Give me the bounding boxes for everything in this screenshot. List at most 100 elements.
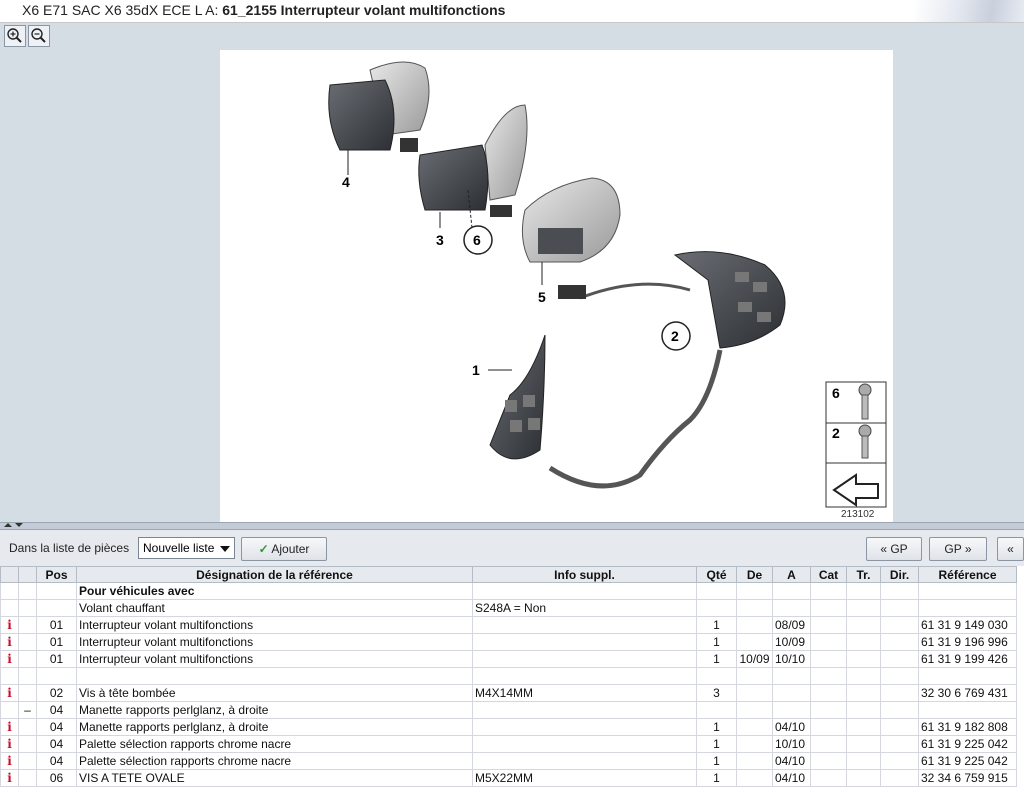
col-header-a[interactable]: A [772, 566, 811, 583]
col-header-reference[interactable]: Référence [918, 566, 1017, 583]
cell-tr [846, 735, 881, 753]
table-row[interactable]: i 01 Interrupteur volant multifonctions … [0, 616, 1017, 634]
col-header-de[interactable]: De [736, 566, 773, 583]
cell-pos [36, 667, 77, 685]
cell-dir [880, 769, 919, 787]
info-icon[interactable]: i [0, 616, 19, 634]
table-row[interactable]: i 04 Palette sélection rapports chrome n… [0, 735, 1017, 753]
cell-reference: 32 34 6 759 915 [918, 769, 1017, 787]
cell-a: 04/10 [772, 769, 811, 787]
callout-1: 1 [472, 362, 480, 378]
cell-cat [810, 616, 847, 634]
gp-previous-label: GP [890, 542, 908, 556]
col-header-designation[interactable]: Désignation de la référence [76, 566, 473, 583]
cell-designation: Manette rapports perlglanz, à droite [76, 701, 473, 719]
table-row[interactable]: i 04 Manette rapports perlglanz, à droit… [0, 718, 1017, 736]
cell-de [736, 667, 773, 685]
row-mark [18, 650, 37, 668]
cell-pos: 01 [36, 616, 77, 634]
cell-qte: 1 [696, 718, 737, 736]
cell-reference [918, 599, 1017, 617]
table-row[interactable]: i 01 Interrupteur volant multifonctions … [0, 650, 1017, 668]
col-header-tr[interactable]: Tr. [846, 566, 881, 583]
info-icon[interactable]: i [0, 633, 19, 651]
cell-info-suppl [472, 582, 697, 600]
parts-table: Pos Désignation de la référence Info sup… [0, 566, 1017, 787]
cell-dir [880, 684, 919, 702]
parts-illustration: 4 3 6 5 2 1 6 2 213102 [328, 61, 887, 520]
info-icon[interactable]: i [0, 684, 19, 702]
cell-reference: 61 31 9 225 042 [918, 752, 1017, 770]
cell-reference: 61 31 9 149 030 [918, 616, 1017, 634]
row-mark [18, 633, 37, 651]
cell-de [736, 582, 773, 600]
cell-info-suppl [472, 752, 697, 770]
info-icon[interactable]: i [0, 650, 19, 668]
table-row[interactable]: i 01 Interrupteur volant multifonctions … [0, 633, 1017, 651]
col-header-info-suppl[interactable]: Info suppl. [472, 566, 697, 583]
table-row[interactable] [0, 667, 1017, 685]
callout-2: 2 [671, 328, 679, 344]
table-row[interactable]: i 06 VIS A TETE OVALE M5X22MM 1 04/10 32… [0, 769, 1017, 787]
table-row[interactable]: Volant chauffant S248A = Non [0, 599, 1017, 617]
cell-de [736, 684, 773, 702]
info-icon[interactable]: i [0, 735, 19, 753]
info-icon[interactable]: i [0, 752, 19, 770]
zoom-out-button[interactable] [28, 25, 50, 47]
col-header-dir[interactable]: Dir. [880, 566, 919, 583]
cell-dir [880, 582, 919, 600]
add-button[interactable]: ✓ Ajouter [241, 537, 327, 561]
col-header-qte[interactable]: Qté [696, 566, 737, 583]
col-header-pos[interactable]: Pos [36, 566, 77, 583]
info-icon[interactable]: i [0, 769, 19, 787]
cell-de [736, 599, 773, 617]
header-decoration [914, 0, 1024, 22]
table-row[interactable]: i 02 Vis à tête bombée M4X14MM 3 32 30 6… [0, 684, 1017, 702]
callout-5: 5 [538, 289, 546, 305]
table-row[interactable]: – 04 Manette rapports perlglanz, à droit… [0, 701, 1017, 719]
parts-list-select[interactable]: Nouvelle liste [138, 537, 235, 559]
cell-dir [880, 752, 919, 770]
panel-splitter[interactable] [0, 522, 1024, 530]
cell-a: 08/09 [772, 616, 811, 634]
cell-designation: VIS A TETE OVALE [76, 769, 473, 787]
double-chevron-right-icon: » [964, 542, 972, 556]
cell-tr [846, 769, 881, 787]
callout-3: 3 [436, 232, 444, 248]
cell-cat [810, 650, 847, 668]
cell-tr [846, 752, 881, 770]
cell-qte [696, 701, 737, 719]
col-header-cat[interactable]: Cat [810, 566, 847, 583]
cell-de [736, 769, 773, 787]
cell-cat [810, 752, 847, 770]
cell-a: 04/10 [772, 752, 811, 770]
gp-next-button[interactable]: GP » [929, 537, 987, 561]
parts-list-label: Dans la liste de pièces [9, 541, 130, 555]
col-header-info [0, 566, 19, 583]
zoom-in-button[interactable] [4, 25, 26, 47]
table-row[interactable]: i 04 Palette sélection rapports chrome n… [0, 752, 1017, 770]
cell-a [772, 582, 811, 600]
cell-reference: 61 31 9 199 426 [918, 650, 1017, 668]
cell-info-suppl: S248A = Non [472, 599, 697, 617]
cell-cat [810, 718, 847, 736]
info-icon[interactable]: i [0, 718, 19, 736]
row-mark [18, 599, 37, 617]
cell-a [772, 701, 811, 719]
check-icon: ✓ [258, 542, 269, 556]
cell-pos [36, 599, 77, 617]
more-navigation-button[interactable]: « [997, 537, 1024, 561]
table-row[interactable]: Pour véhicules avec [0, 582, 1017, 600]
cell-dir [880, 633, 919, 651]
zoom-in-icon [7, 28, 22, 43]
cell-info-suppl [472, 650, 697, 668]
title-main: 61_2155 Interrupteur volant multifonctio… [222, 2, 506, 18]
cell-qte [696, 582, 737, 600]
cell-qte: 3 [696, 684, 737, 702]
cell-reference: 32 30 6 769 431 [918, 684, 1017, 702]
cell-info-suppl: M5X22MM [472, 769, 697, 787]
gp-previous-button[interactable]: « GP [866, 537, 922, 561]
cell-qte: 1 [696, 650, 737, 668]
cell-pos: 04 [36, 718, 77, 736]
screw-legend: 6 2 [825, 381, 887, 508]
